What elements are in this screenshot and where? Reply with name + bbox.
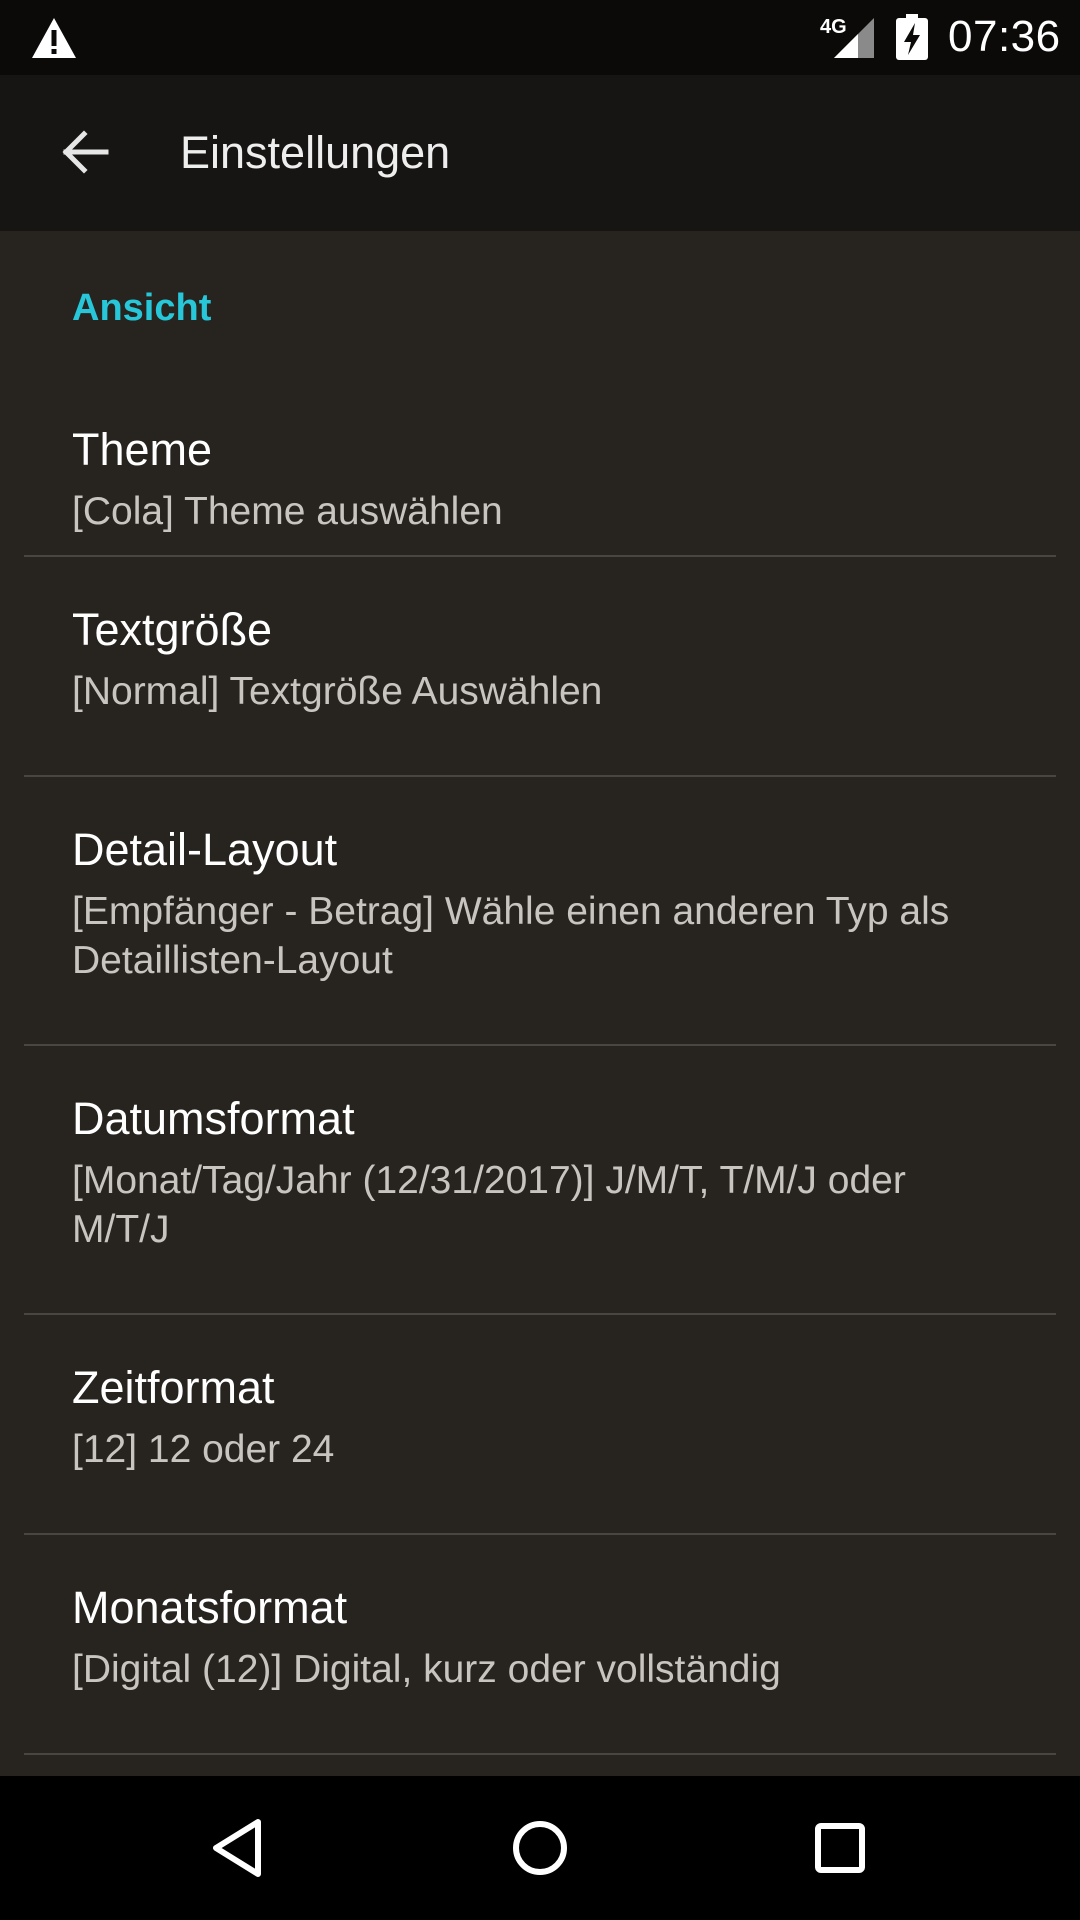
nav-home-button[interactable]	[500, 1808, 580, 1888]
nav-back-button[interactable]	[200, 1808, 280, 1888]
app-bar: Einstellungen	[0, 75, 1080, 231]
pref-title: Zeitformat	[72, 1362, 275, 1413]
section-header-ansicht: Ansicht	[72, 287, 212, 329]
back-button[interactable]	[40, 113, 130, 193]
pref-summary: [Cola] Theme auswählen	[72, 490, 503, 533]
settings-list: Ansicht Theme [Cola] Theme auswählen Tex…	[0, 231, 1080, 1776]
pref-textgroesse[interactable]: Textgröße [Normal] Textgröße Auswählen	[0, 557, 1080, 777]
pref-title: Monatsformat	[72, 1582, 348, 1633]
status-bar: 4G 07:36	[0, 0, 1080, 75]
pref-title: Textgröße	[72, 604, 273, 655]
cell-signal-icon	[834, 18, 874, 58]
pref-summary: [Digital (12)] Digital, kurz oder vollst…	[72, 1648, 781, 1691]
pref-summary: [Monat/Tag/Jahr (12/31/2017)] J/M/T, T/M…	[72, 1159, 906, 1251]
pref-title: Detail-Layout	[72, 824, 338, 875]
nav-home-circle-icon	[513, 1821, 567, 1875]
nav-recents-square-icon	[815, 1823, 865, 1873]
pref-title: Theme	[72, 424, 213, 475]
pref-detail-layout[interactable]: Detail-Layout [Empfänger - Betrag] Wähle…	[0, 777, 1080, 1045]
pref-monatsformat[interactable]: Monatsformat [Digital (12)] Digital, kur…	[0, 1535, 1080, 1755]
divider	[24, 1753, 1056, 1755]
status-time: 07:36	[948, 12, 1061, 61]
pref-theme[interactable]: Theme [Cola] Theme auswählen	[0, 366, 1080, 566]
nav-recents-button[interactable]	[800, 1808, 880, 1888]
warning-triangle-icon	[32, 18, 76, 58]
pref-summary: [Empfänger - Betrag] Wähle einen anderen…	[72, 890, 950, 982]
pref-summary: [Normal] Textgröße Auswählen	[72, 670, 603, 713]
pref-summary: [12] 12 oder 24	[72, 1428, 335, 1471]
battery-charging-icon	[896, 14, 928, 60]
pref-datumsformat[interactable]: Datumsformat [Monat/Tag/Jahr (12/31/2017…	[0, 1046, 1080, 1314]
nav-back-triangle-icon	[213, 1819, 261, 1877]
page-title: Einstellungen	[180, 127, 451, 178]
pref-title: Datumsformat	[72, 1093, 355, 1144]
arrow-back-icon	[62, 130, 109, 174]
navigation-bar	[0, 1776, 1080, 1920]
pref-zeitformat[interactable]: Zeitformat [12] 12 oder 24	[0, 1315, 1080, 1535]
